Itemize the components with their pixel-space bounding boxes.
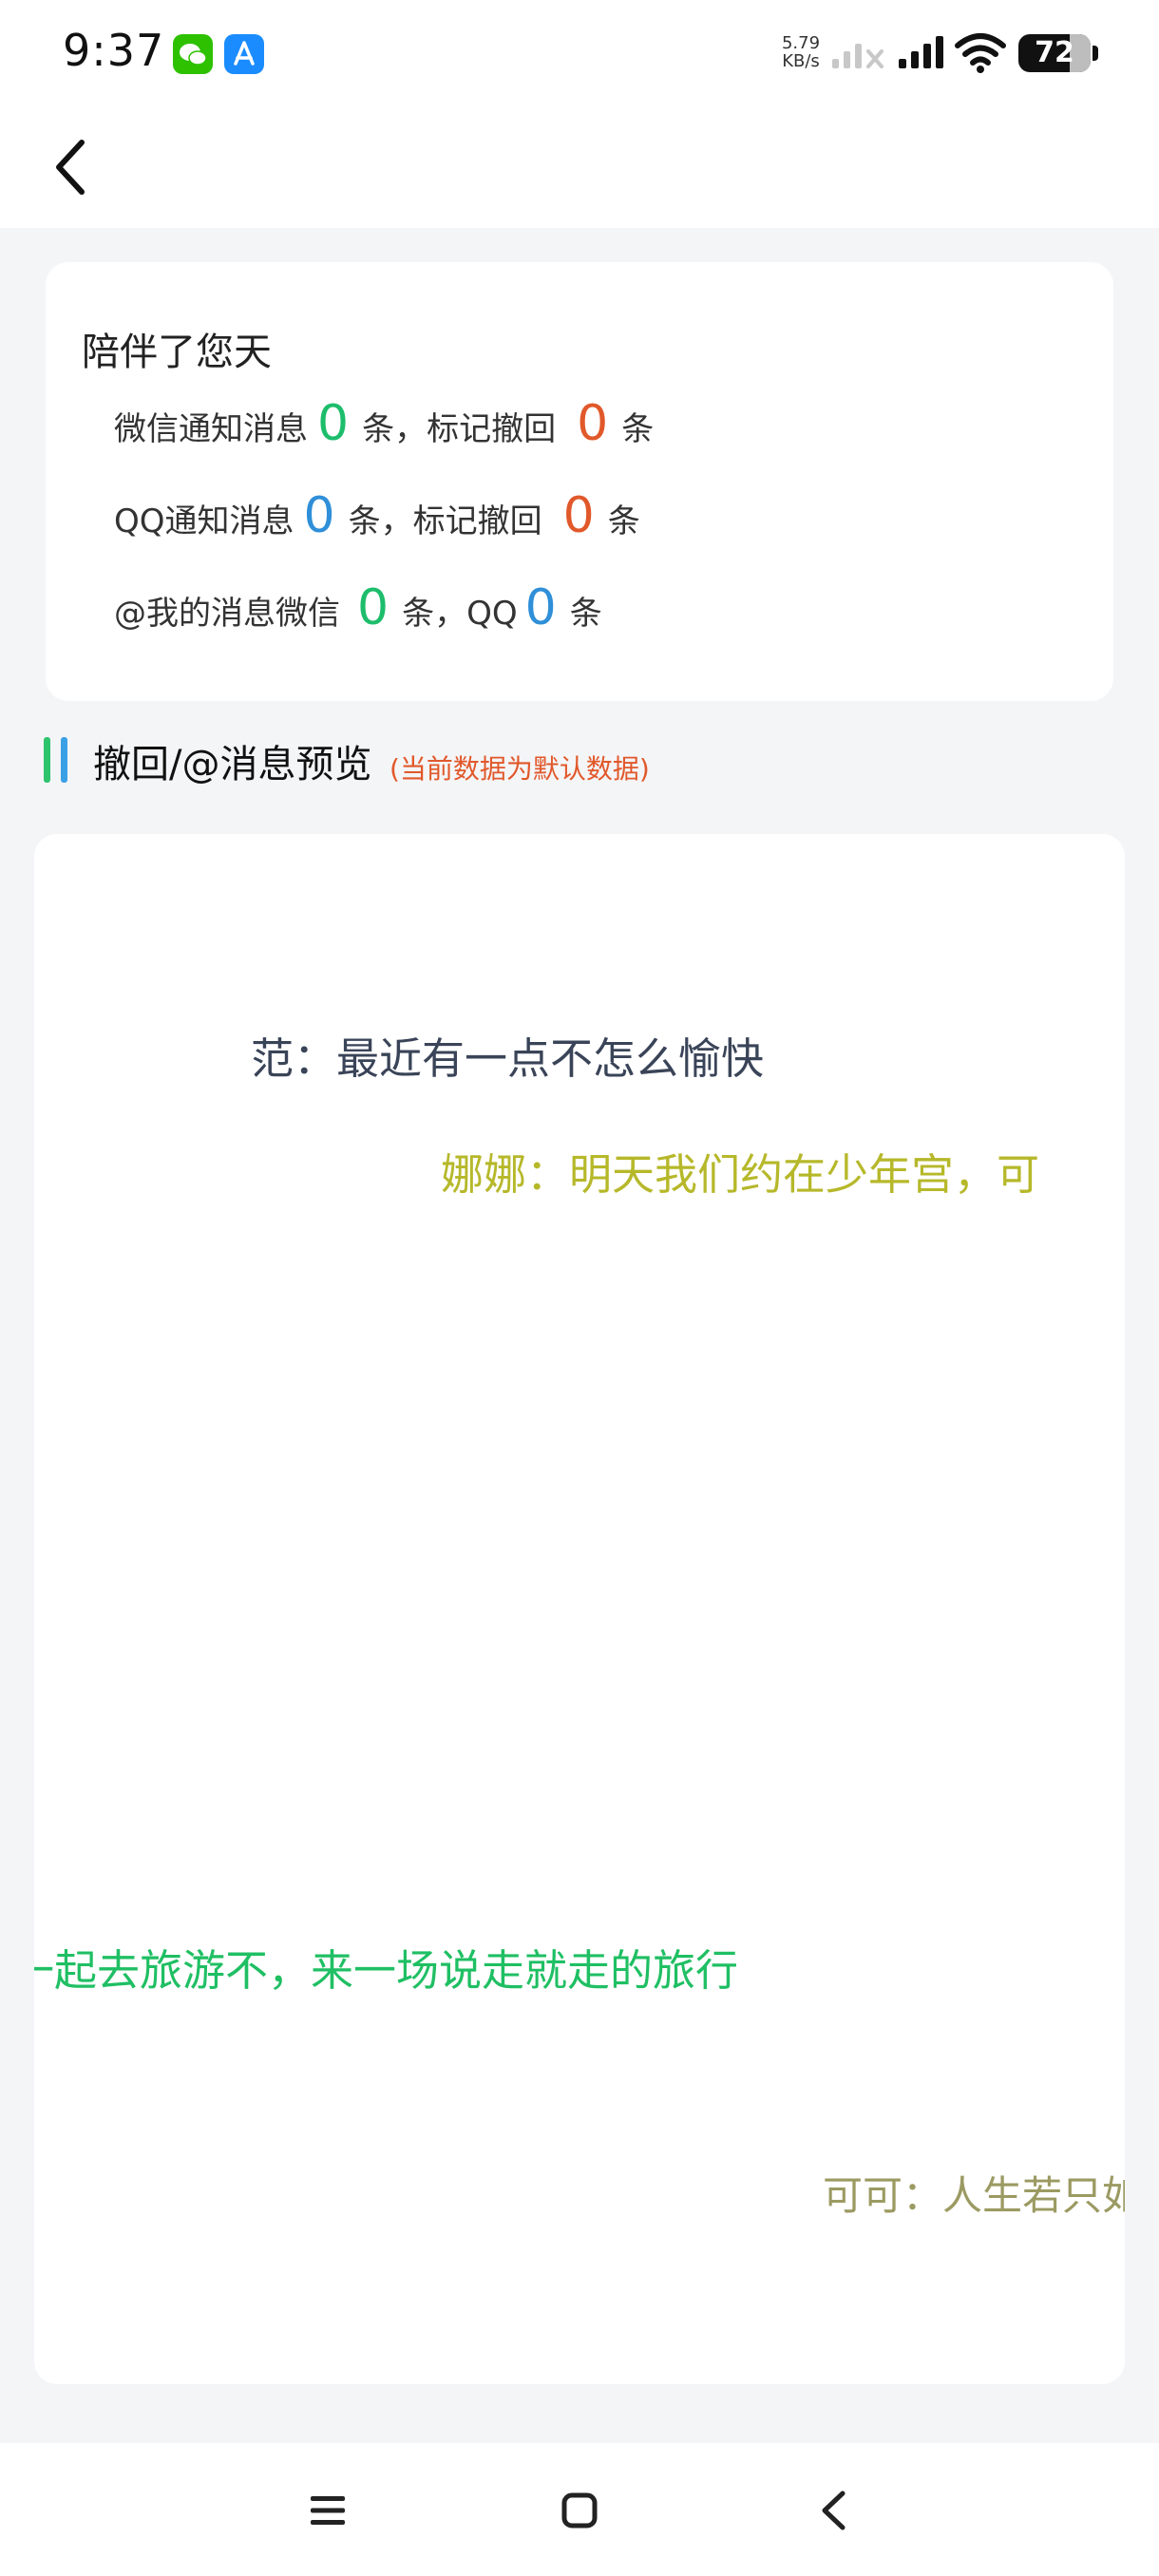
- page: 9:37 5.79 KB/s 72 陪伴了您天 微信通知消息 0 条，标记撤回 …: [0, 0, 1159, 2576]
- qq-label: QQ通知消息: [114, 502, 294, 540]
- nav-home-button[interactable]: [537, 2468, 622, 2553]
- wechat-icon: [173, 34, 213, 74]
- danmaku-message: 范：最近有一点不怎么愉快: [251, 1033, 765, 1084]
- battery-level: 72: [1035, 36, 1074, 69]
- nav-back-button[interactable]: [790, 2468, 876, 2553]
- net-speed-value: 5.79: [781, 33, 821, 53]
- wechat-count: 0: [317, 395, 350, 452]
- battery-icon: 72: [1018, 34, 1091, 72]
- back-button[interactable]: [34, 129, 106, 205]
- mentions-wechat-count: 0: [357, 579, 390, 636]
- home-icon: [561, 2492, 598, 2529]
- menu-icon: [311, 2496, 345, 2525]
- qq-count: 0: [303, 487, 335, 544]
- danmaku-message: 可可：人生若只如: [823, 2172, 1125, 2219]
- net-speed: 5.79 KB/s: [777, 34, 825, 70]
- section-bar: [44, 737, 50, 783]
- danmaku-message: 娜娜：明天我们约在少年宫，可: [441, 1149, 1040, 1200]
- section-title: 撤回/@消息预览: [93, 743, 372, 786]
- qq-unit: 条，标记撤回: [348, 502, 542, 540]
- qq-stat-line: QQ通知消息 0 条，标记撤回 0 条: [114, 491, 640, 541]
- signal-icon: [897, 32, 946, 76]
- appstore-icon: [224, 34, 264, 74]
- system-nav-bar: [0, 2443, 1159, 2576]
- wifi-icon: [954, 32, 1007, 78]
- status-time: 9:37: [63, 25, 165, 76]
- qq-recalled-count: 0: [562, 487, 595, 544]
- section-note: (当前数据为默认数据): [390, 753, 650, 785]
- mentions-label: @我的消息微信: [114, 595, 340, 633]
- status-bar: 9:37 5.79 KB/s 72: [0, 0, 1159, 104]
- chevron-left-icon: [56, 140, 85, 195]
- stats-title: 陪伴了您天: [82, 331, 272, 374]
- qq-unit-end: 条: [607, 502, 640, 540]
- stats-card: 陪伴了您天 微信通知消息 0 条，标记撤回 0 条 QQ通知消息 0 条，标记撤…: [46, 262, 1113, 701]
- mentions-qq-count: 0: [524, 579, 557, 636]
- section-bar: [61, 737, 67, 783]
- header: [0, 104, 1159, 228]
- nav-menu-button[interactable]: [285, 2468, 370, 2553]
- battery-tip: [1092, 46, 1098, 61]
- preview-card: 范：最近有一点不怎么愉快 娜娜：明天我们约在少年宫，可 一起去旅游不，来一场说走…: [34, 834, 1125, 2384]
- wechat-stat-line: 微信通知消息 0 条，标记撤回 0 条: [114, 399, 654, 449]
- mentions-stat-line: @我的消息微信 0 条，QQ 0 条: [114, 583, 602, 634]
- mentions-unit-end: 条: [569, 595, 602, 633]
- wechat-label: 微信通知消息: [114, 410, 308, 448]
- net-speed-unit: KB/s: [782, 51, 820, 71]
- signal-icon: [830, 32, 887, 76]
- wechat-unit: 条，标记撤回: [362, 410, 557, 448]
- danmaku-message: 一起去旅游不，来一场说走就走的旅行: [34, 1945, 739, 1996]
- wechat-recalled-count: 0: [577, 395, 609, 452]
- mentions-mid: 条，QQ: [402, 595, 518, 633]
- section-header: 撤回/@消息预览 (当前数据为默认数据): [44, 733, 1127, 786]
- wechat-unit-end: 条: [621, 410, 655, 448]
- back-icon: [822, 2491, 846, 2530]
